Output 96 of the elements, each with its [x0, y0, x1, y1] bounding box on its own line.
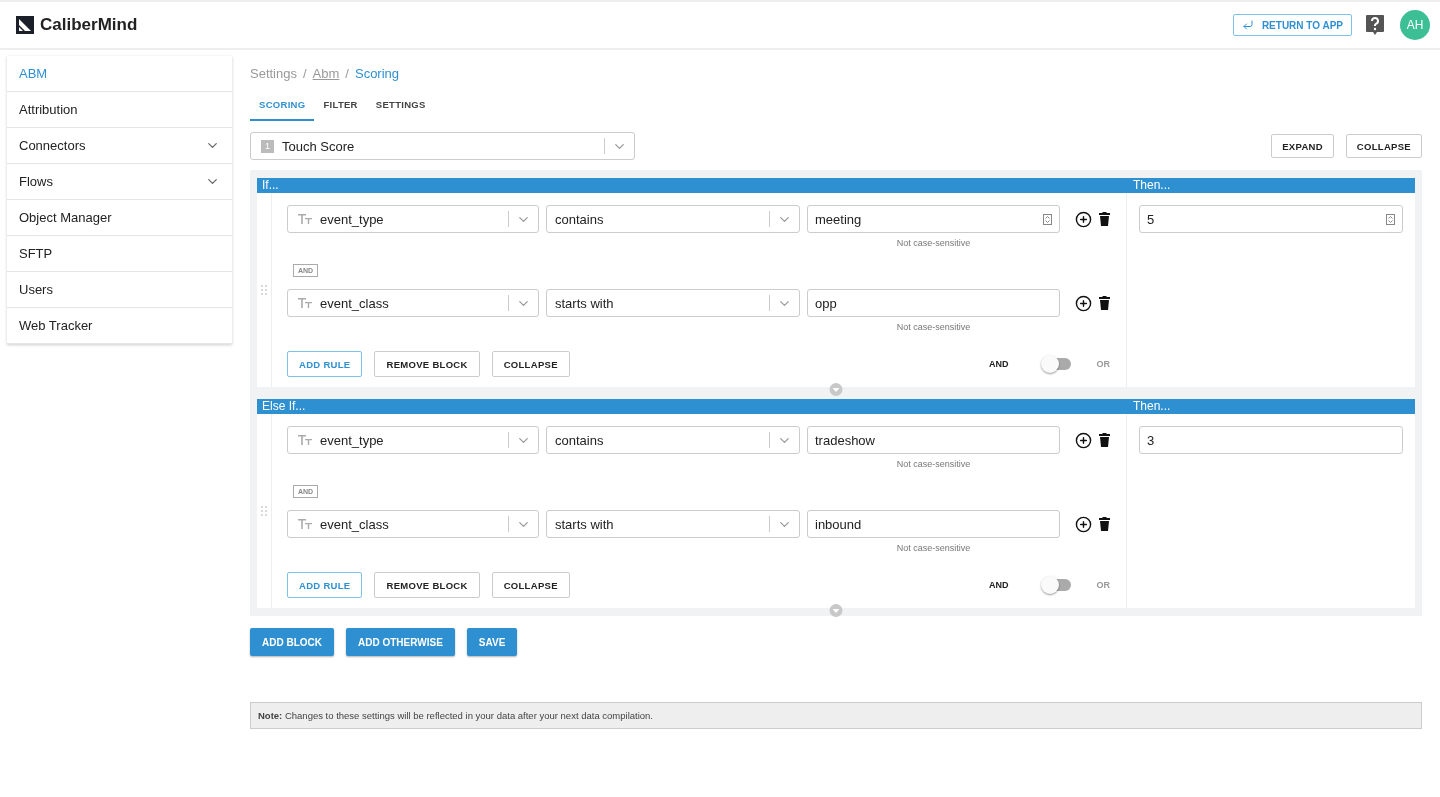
drag-handle-icon[interactable]: [261, 285, 267, 295]
sidebar-item-label: ABM: [19, 66, 48, 81]
select-value: contains: [554, 432, 605, 448]
text-type-icon: [298, 518, 312, 530]
input-value: meeting: [815, 211, 862, 227]
tab[interactable]: FILTER: [314, 92, 367, 121]
operator-select[interactable]: starts with: [546, 289, 800, 317]
index-badge: 1: [261, 139, 274, 153]
input-value: tradeshow: [815, 432, 875, 448]
select-value: event_type: [319, 432, 385, 448]
sidebar-item[interactable]: SFTP: [7, 236, 232, 272]
select-value: event_class: [319, 516, 390, 532]
block-action-button[interactable]: REMOVE BLOCK: [374, 351, 480, 377]
block-action-button[interactable]: COLLAPSE: [491, 351, 570, 377]
condition-label: If...: [261, 178, 280, 193]
select-value: Touch Score: [281, 138, 356, 154]
add-icon[interactable]: [1075, 211, 1092, 228]
text-type-icon: [298, 434, 312, 446]
tab[interactable]: SETTINGS: [366, 92, 435, 121]
score-select[interactable]: 1 Touch Score: [250, 132, 635, 160]
return-arrow-icon: [1241, 19, 1254, 31]
field-select[interactable]: event_type: [287, 426, 539, 454]
hint-text: Not case-sensitive: [896, 238, 971, 248]
and-label: AND: [989, 580, 1009, 590]
value-input[interactable]: inbound: [807, 510, 1060, 538]
expand-button[interactable]: EXPAND: [1271, 134, 1334, 158]
block-action-button[interactable]: REMOVE BLOCK: [374, 572, 480, 598]
or-label: OR: [1096, 359, 1110, 369]
logo-icon: [16, 16, 34, 34]
select-value: starts with: [554, 295, 615, 311]
stepper-icon: [1386, 213, 1395, 225]
input-value: 5: [1147, 211, 1155, 227]
select-value: event_class: [319, 295, 390, 311]
hint-text: Not case-sensitive: [896, 543, 971, 553]
select-value: contains: [554, 211, 605, 227]
sidebar-item[interactable]: Attribution: [7, 92, 232, 128]
sidebar-item-label: Users: [19, 282, 53, 297]
brand-name: CaliberMind: [40, 15, 138, 35]
help-icon[interactable]: [1366, 15, 1384, 35]
operator-select[interactable]: contains: [546, 426, 800, 454]
input-value: inbound: [815, 516, 862, 532]
trash-icon[interactable]: [1099, 296, 1110, 310]
add-icon[interactable]: [1075, 516, 1092, 533]
sidebar-item-label: Attribution: [19, 102, 78, 117]
then-label: Then...: [1132, 399, 1172, 414]
breadcrumb-item: Scoring: [354, 65, 400, 81]
collapse-toggle-icon[interactable]: [829, 604, 843, 617]
sidebar-item-label: Connectors: [19, 138, 86, 153]
and-label: AND: [989, 359, 1009, 369]
field-select[interactable]: event_class: [287, 289, 539, 317]
value-input[interactable]: opp: [807, 289, 1060, 317]
block-action-button[interactable]: COLLAPSE: [491, 572, 570, 598]
hint-text: Not case-sensitive: [896, 322, 971, 332]
sidebar-item[interactable]: Object Manager: [7, 200, 232, 236]
operator-select[interactable]: contains: [546, 205, 800, 233]
trash-icon[interactable]: [1099, 212, 1110, 226]
and-or-switch[interactable]: [1040, 576, 1073, 594]
value-input[interactable]: tradeshow: [807, 426, 1060, 454]
select-value: event_type: [319, 211, 385, 227]
select-value: starts with: [554, 516, 615, 532]
input-value: opp: [815, 295, 837, 311]
sidebar-item-label: Flows: [19, 174, 53, 189]
add-icon[interactable]: [1075, 295, 1092, 312]
field-select[interactable]: event_type: [287, 205, 539, 233]
note-message: Note: Changes to these settings will be reflected in your data after your next data compilation.: [250, 702, 1422, 729]
then-label: Then...: [1132, 178, 1172, 193]
text-type-icon: [298, 213, 312, 225]
operator-select[interactable]: starts with: [546, 510, 800, 538]
value-input[interactable]: meeting: [807, 205, 1060, 233]
sidebar-item[interactable]: Connectors: [7, 128, 232, 164]
add-icon[interactable]: [1075, 432, 1092, 449]
and-or-switch[interactable]: [1040, 355, 1073, 373]
breadcrumb-item: Settings: [250, 65, 297, 81]
stepper-icon: [1043, 213, 1052, 225]
sidebar-item-label: SFTP: [19, 246, 53, 261]
field-select[interactable]: event_class: [287, 510, 539, 538]
sidebar-item[interactable]: Web Tracker: [7, 308, 232, 344]
score-input[interactable]: 3: [1139, 426, 1403, 454]
sidebar-item[interactable]: Users: [7, 272, 232, 308]
input-value: 3: [1147, 432, 1155, 448]
breadcrumb-separator: /: [345, 65, 349, 81]
collapse-button[interactable]: COLLAPSE: [1345, 134, 1422, 158]
sidebar-item-label: Web Tracker: [19, 318, 93, 333]
trash-icon[interactable]: [1099, 433, 1110, 447]
text-type-icon: [298, 297, 312, 309]
sidebar-item[interactable]: Flows: [7, 164, 232, 200]
score-input[interactable]: 5: [1139, 205, 1403, 233]
sidebar-item-label: Object Manager: [19, 210, 112, 225]
drag-handle-icon[interactable]: [261, 506, 267, 516]
hint-text: Not case-sensitive: [896, 459, 971, 469]
or-label: OR: [1096, 580, 1110, 590]
condition-label: Else If...: [261, 399, 307, 414]
tab[interactable]: SCORING: [250, 92, 315, 121]
trash-icon[interactable]: [1099, 517, 1110, 531]
breadcrumb-separator: /: [303, 65, 307, 81]
collapse-toggle-icon[interactable]: [829, 383, 843, 396]
